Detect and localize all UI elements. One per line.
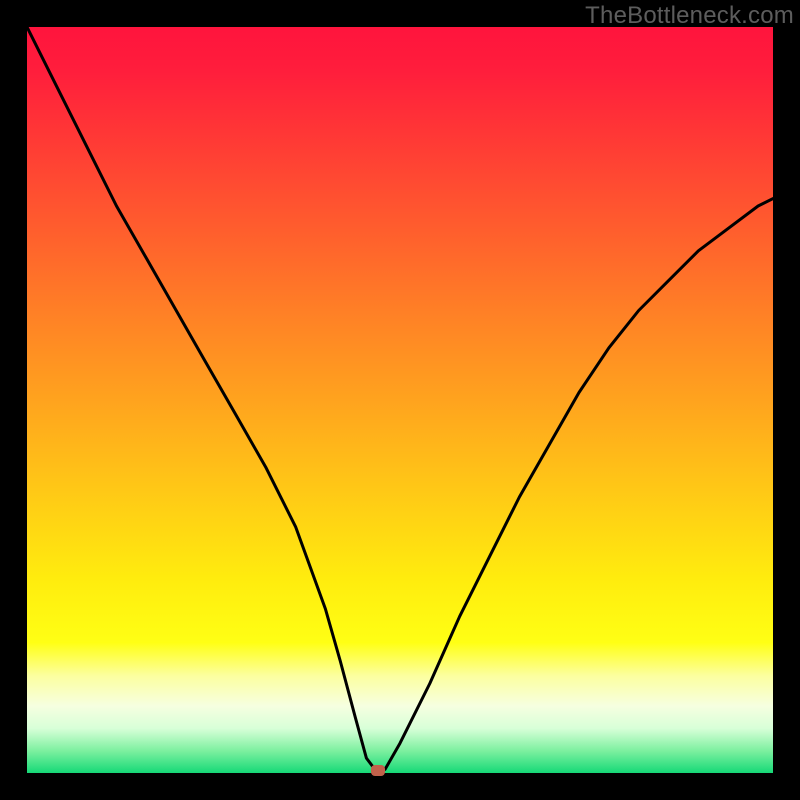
chart-frame: TheBottleneck.com — [0, 0, 800, 800]
bottleneck-curve — [27, 27, 773, 773]
optimum-marker — [371, 765, 385, 776]
plot-area — [27, 27, 773, 773]
watermark-text: TheBottleneck.com — [585, 2, 794, 30]
